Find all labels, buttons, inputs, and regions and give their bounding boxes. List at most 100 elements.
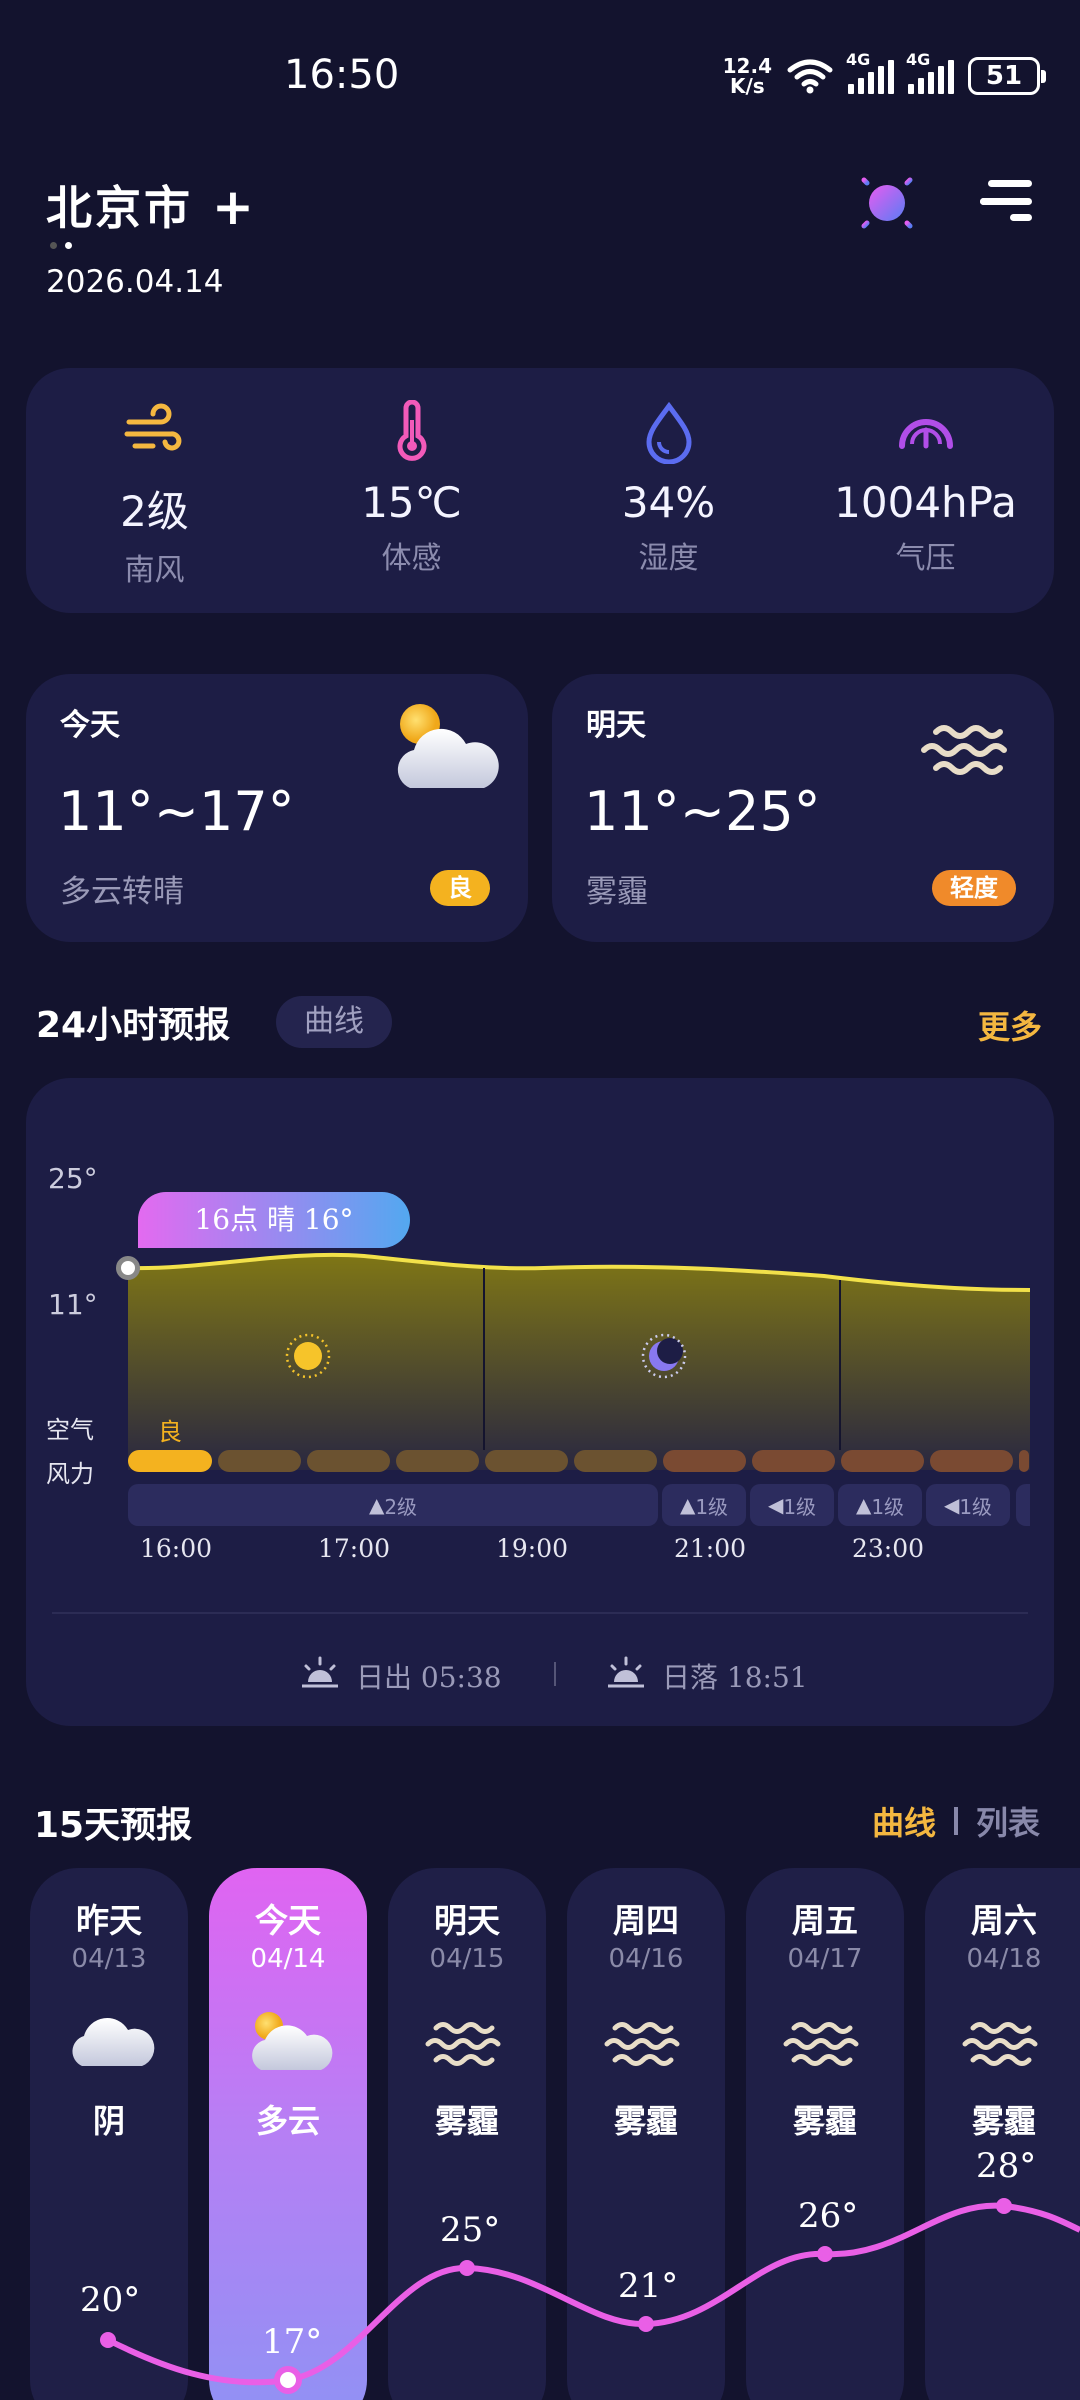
- wind-icon: [124, 403, 181, 451]
- wind-level: 1级: [695, 1494, 729, 1519]
- pressure-value: 1004hPa: [834, 478, 1017, 527]
- wind-segment: ◀ 1级: [750, 1484, 834, 1526]
- aqi-bar-segment: [307, 1450, 390, 1472]
- net-type-1: 4G: [846, 50, 871, 69]
- wind-arrow-icon: ▲: [855, 1493, 872, 1517]
- wind-level: 1级: [959, 1494, 993, 1519]
- day-high-temp: 25°: [440, 2210, 501, 2250]
- aqi-bar-segment: [396, 1450, 479, 1472]
- sun-icon: [285, 1333, 331, 1379]
- day-desc: 阴: [92, 2102, 125, 2140]
- day-desc: 雾霾: [613, 2102, 678, 2140]
- today-temp: 11°~17°: [58, 780, 295, 843]
- hourly-tooltip: 16点 晴 16°: [138, 1192, 410, 1248]
- page-dot-active: [65, 242, 72, 249]
- day-name: 周五: [792, 1901, 858, 1940]
- day-desc: 多云: [255, 2102, 320, 2140]
- stat-wind: 2级 南风: [26, 368, 283, 613]
- today-desc: 多云转晴: [60, 874, 184, 910]
- divider: [52, 1612, 1028, 1614]
- hourly-more-link[interactable]: 更多: [978, 1002, 1042, 1048]
- signal-icon: 4G: [846, 50, 894, 94]
- wind-segment: ▲ 1级: [662, 1484, 746, 1526]
- hourly-current-point[interactable]: [116, 1256, 140, 1280]
- tab-separator: [953, 1807, 958, 1835]
- aqi-first-label: 良: [158, 1418, 182, 1446]
- day-high-temp: 20°: [80, 2280, 141, 2320]
- day-name: 周六: [971, 1901, 1037, 1940]
- tomorrow-title: 明天: [586, 708, 646, 743]
- menu-icon[interactable]: [980, 176, 1032, 224]
- feels-like-label: 体感: [381, 541, 442, 576]
- day-name: 今天: [255, 1901, 321, 1940]
- battery-icon: 51: [968, 57, 1046, 95]
- pressure-label: 气压: [895, 541, 956, 576]
- today-title: 今天: [60, 708, 120, 743]
- wind-arrow-icon: ▲: [679, 1493, 696, 1517]
- weather-stats-card: 2级 南风 15℃ 体感 34% 湿度 1004hPa 气压: [26, 368, 1054, 613]
- wind-segment: ▲ 2级: [128, 1484, 658, 1526]
- sunset-icon: [608, 1656, 644, 1688]
- tomorrow-card[interactable]: 明天 11°~25° 雾霾 轻度: [552, 674, 1054, 942]
- haze-icon: [962, 2022, 1038, 2066]
- net-type-2: 4G: [906, 50, 931, 69]
- y-axis-top: 25°: [48, 1162, 98, 1195]
- page-indicator: [50, 242, 72, 249]
- wind-segment: ◀ 1级: [926, 1484, 1010, 1526]
- stat-humidity: 34% 湿度: [540, 368, 797, 613]
- stat-pressure: 1004hPa 气压: [797, 368, 1054, 613]
- haze-icon: [783, 2022, 859, 2066]
- hourly-mode-button[interactable]: 曲线: [276, 996, 392, 1048]
- aqi-bar-segment: [841, 1450, 924, 1472]
- signal-icon-2: 4G: [906, 50, 954, 94]
- hourly-title: 24小时预报: [36, 1005, 231, 1046]
- daily-view-tabs: 曲线 列表: [872, 1798, 1040, 1844]
- battery-level: 51: [985, 61, 1023, 91]
- day-date: 04/17: [787, 1944, 863, 1974]
- day-date: 04/13: [71, 1944, 147, 1974]
- wind-value: 2级: [120, 487, 189, 536]
- wind-level: 1级: [871, 1494, 905, 1519]
- wind-segment: [1016, 1484, 1030, 1526]
- wind-level: 1级: [783, 1494, 817, 1519]
- date: 2026.04.14: [46, 264, 224, 300]
- add-city-icon[interactable]: +: [212, 178, 257, 236]
- tomorrow-desc: 雾霾: [586, 874, 648, 910]
- sunrise-label: 日出 05:38: [356, 1661, 502, 1694]
- tab-list[interactable]: 列表: [976, 1798, 1040, 1844]
- tomorrow-temp: 11°~25°: [584, 780, 821, 843]
- wifi-icon: [787, 59, 833, 94]
- theme-sun-icon[interactable]: [852, 168, 922, 238]
- y-axis-bottom: 11°: [48, 1288, 98, 1321]
- aqi-bar-row: [128, 1450, 1030, 1472]
- tomorrow-aqi-badge: 轻度: [932, 870, 1016, 906]
- wind-label: 南风: [124, 553, 185, 588]
- haze-icon: [604, 2022, 680, 2066]
- tab-curve[interactable]: 曲线: [872, 1798, 936, 1844]
- day-desc: 雾霾: [971, 2102, 1036, 2140]
- time-label: 17:00: [318, 1534, 391, 1563]
- net-speed-unit: K/s: [729, 74, 765, 98]
- cloud-icon: [72, 2018, 155, 2066]
- aqi-bar-segment: [218, 1450, 301, 1472]
- humidity-value: 34%: [621, 478, 716, 527]
- time-label: 16:00: [140, 1534, 213, 1563]
- wind-arrow-icon: ▲: [368, 1493, 385, 1517]
- day-high-temp: 17°: [262, 2322, 323, 2362]
- air-row-label: 空气: [46, 1416, 94, 1444]
- day-date: 04/14: [250, 1944, 326, 1974]
- day-high-temp: 26°: [798, 2196, 859, 2236]
- day-date: 04/16: [608, 1944, 684, 1974]
- pressure-gauge-icon: [898, 419, 953, 449]
- today-card[interactable]: 今天 11°~17° 多云转晴 良: [26, 674, 528, 942]
- city-title[interactable]: 北京市 +: [46, 172, 257, 238]
- daily-high-curve: [100, 2198, 1080, 2394]
- aqi-bar-segment: [930, 1450, 1013, 1472]
- time-label: 23:00: [852, 1534, 925, 1563]
- today-aqi-badge: 良: [430, 870, 490, 906]
- wind-arrow-icon: ◀: [767, 1493, 784, 1517]
- status-time: 16:50: [284, 52, 400, 98]
- feels-like-value: 15℃: [361, 478, 462, 527]
- humidity-label: 湿度: [638, 541, 699, 576]
- day-date: 04/18: [966, 1944, 1042, 1974]
